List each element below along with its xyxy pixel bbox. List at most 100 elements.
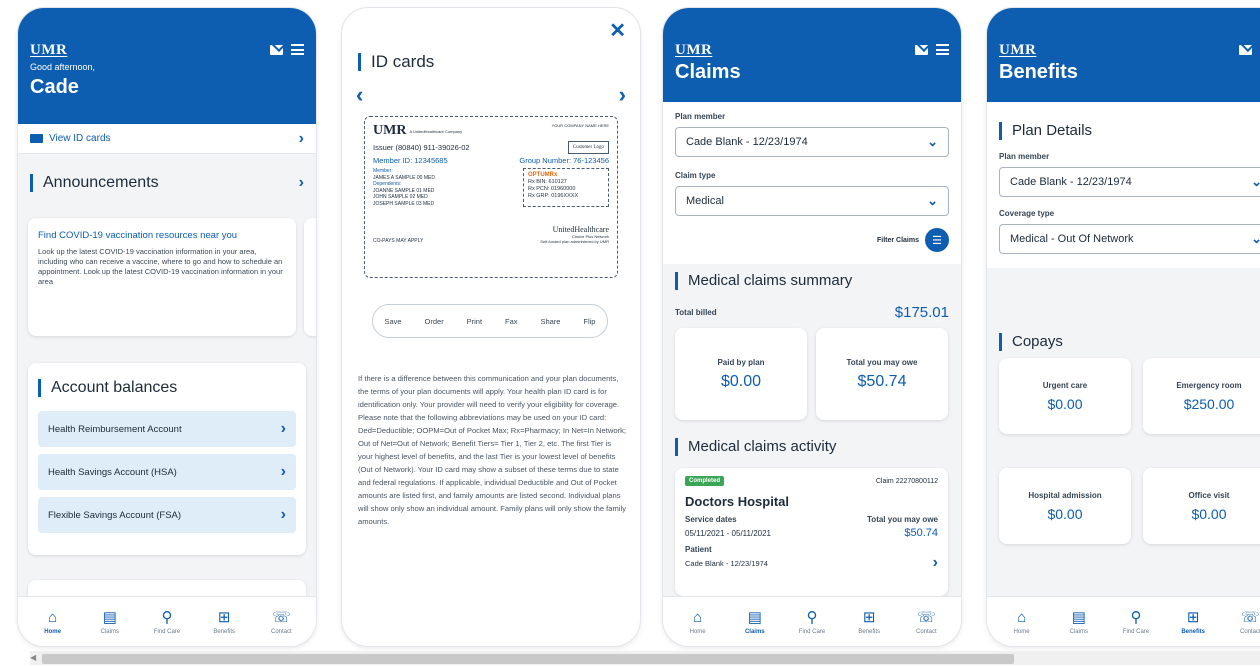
claims-header: UMR Claims (663, 8, 961, 102)
plan-member-label: Plan member (999, 152, 1050, 161)
paid-by-plan-card: Paid by plan $0.00 (675, 328, 807, 420)
insurance-id-card: UMR A UnitedHealthcare Company YOUR COMP… (364, 116, 618, 278)
benefits-screen: UMR Benefits Plan Details Plan member Ca… (987, 8, 1260, 646)
claim-number: Claim 22270800112 (875, 477, 938, 485)
service-dates-value: 05/11/2021 - 05/11/2021 (685, 528, 771, 538)
tab-contact[interactable]: ☏ Contact (255, 609, 307, 635)
view-id-cards-row[interactable]: View ID cards › (18, 124, 316, 154)
account-row-fsa[interactable]: Flexible Savings Account (FSA) › (38, 497, 296, 533)
card-company-name: YOUR COMPANY NAME HERE (551, 123, 609, 128)
print-button[interactable]: Print (467, 317, 482, 326)
home-header: UMR Good afternoon, Cade (18, 8, 316, 124)
tab-home[interactable]: ⌂ Home (996, 609, 1048, 635)
coverage-type-value: Medical - Out Of Network (1010, 233, 1134, 245)
account-label: Flexible Savings Account (FSA) (48, 509, 182, 521)
benefits-icon: ⊞ (1186, 608, 1200, 626)
card-copays: CO-PAYS MAY APPLY (373, 238, 424, 244)
filter-icon: ☰ (925, 228, 949, 252)
order-button[interactable]: Order (425, 317, 444, 326)
you-may-owe-card: Total you may owe $50.74 (816, 328, 948, 420)
tab-find-care[interactable]: ⚲ Find Care (1110, 609, 1162, 635)
plan-details-section: Plan Details Plan member Cade Blank - 12… (987, 102, 1260, 268)
tab-benefits[interactable]: ⊞ Benefits (1167, 609, 1219, 635)
copay-card-emergency-room: Emergency room $250.00 (1143, 358, 1260, 434)
tab-find-care[interactable]: ⚲ Find Care (786, 609, 838, 635)
patient-label: Patient (685, 545, 712, 554)
announcement-card[interactable]: Find COVID-19 vaccination resources near… (28, 218, 296, 336)
umr-logo: UMR (30, 42, 68, 58)
account-row-hra[interactable]: Health Reimbursement Account › (38, 411, 296, 447)
chevron-down-icon: ⌄ (1251, 174, 1260, 189)
tab-home[interactable]: ⌂ Home (672, 609, 724, 635)
share-button[interactable]: Share (540, 317, 560, 326)
menu-icon[interactable] (936, 44, 949, 55)
claims-icon: ▤ (747, 608, 762, 626)
prev-card-icon[interactable]: ‹ (356, 82, 363, 108)
tab-benefits[interactable]: ⊞ Benefits (843, 609, 895, 635)
flip-button[interactable]: Flip (583, 317, 595, 326)
benefits-header: UMR Benefits (987, 8, 1260, 102)
contact-icon: ☏ (916, 608, 936, 626)
claim-card[interactable]: Completed Claim 22270800112 Doctors Hosp… (675, 468, 948, 596)
claims-title: Claims (675, 61, 741, 83)
account-label: Health Reimbursement Account (48, 423, 182, 435)
total-billed-row: Total billed $175.01 (675, 304, 949, 321)
search-icon: ⚲ (806, 608, 818, 626)
horizontal-scrollbar[interactable]: ◀ (30, 651, 1260, 665)
greeting: Good afternoon, (30, 62, 96, 72)
claims-screen: UMR Claims Plan member Cade Blank - 12/2… (663, 8, 961, 646)
chevron-right-icon: › (932, 554, 938, 571)
view-id-cards-label: View ID cards (49, 133, 111, 144)
tab-home[interactable]: ⌂ Home (27, 609, 79, 635)
tab-claims[interactable]: ▤ Claims (729, 609, 781, 635)
tab-find-care[interactable]: ⚲ Find Care (141, 609, 193, 635)
announcement-title: Find COVID-19 vaccination resources near… (38, 230, 238, 241)
mail-icon[interactable] (270, 44, 283, 55)
filter-claims-button[interactable]: Filter Claims ☰ (675, 228, 949, 252)
save-button[interactable]: Save (384, 317, 401, 326)
tab-benefits[interactable]: ⊞ Benefits (198, 609, 250, 635)
search-icon: ⚲ (161, 608, 173, 626)
tab-contact[interactable]: ☏ Contact (900, 609, 952, 635)
plan-member-select[interactable]: Cade Blank - 12/23/1974 ⌄ (675, 127, 949, 157)
claim-type-label: Claim type (675, 171, 716, 180)
coverage-type-select[interactable]: Medical - Out Of Network ⌄ (999, 224, 1260, 254)
card-customer-logo: Customer Logo (567, 141, 609, 154)
id-cards-screen: ✕ ID cards ‹ › UMR A UnitedHealthcare Co… (342, 8, 640, 646)
close-icon[interactable]: ✕ (609, 18, 626, 43)
scrollbar-thumb[interactable] (42, 654, 1014, 664)
mail-icon[interactable] (1239, 44, 1252, 55)
menu-icon[interactable] (291, 44, 304, 55)
claim-status-badge: Completed (685, 476, 725, 486)
claims-icon: ▤ (102, 608, 117, 626)
paid-by-plan-label: Paid by plan (717, 357, 765, 367)
account-balances-title: Account balances (38, 379, 296, 397)
tab-contact[interactable]: ☏ Contact (1224, 609, 1260, 635)
card-group-number: Group Number: 76-123456 (519, 156, 609, 165)
id-card-disclaimer: If there is a difference between this co… (358, 374, 627, 526)
total-billed-value: $175.01 (894, 304, 949, 321)
chevron-right-icon: › (280, 420, 286, 437)
you-may-owe-label: Total you may owe (846, 357, 918, 367)
card-issuer: Issuer (80840) 911-39026-02 (373, 143, 470, 152)
tab-bar: ⌂ Home ▤ Claims ⚲ Find Care ⊞ Benefits ☏ Cont… (987, 596, 1260, 646)
claim-type-select[interactable]: Medical ⌄ (675, 186, 949, 216)
benefits-title: Benefits (999, 61, 1078, 83)
tab-bar: ⌂ Home ▤ Claims ⚲ Find Care ⊞ Benefits ☏ Cont… (18, 596, 316, 646)
announcement-body: Look up the latest COVID-19 vaccination … (38, 247, 283, 286)
tab-claims[interactable]: ▤ Claims (1053, 609, 1105, 635)
next-card-icon[interactable]: › (619, 82, 626, 108)
paid-by-plan-value: $0.00 (720, 372, 762, 390)
chevron-right-icon: › (280, 463, 286, 480)
claims-activity-title: Medical claims activity (675, 438, 836, 456)
plan-member-select[interactable]: Cade Blank - 12/23/1974 ⌄ (999, 167, 1260, 197)
account-row-hsa[interactable]: Health Savings Account (HSA) › (38, 454, 296, 490)
fax-button[interactable]: Fax (505, 317, 518, 326)
mail-icon[interactable] (915, 44, 928, 55)
tab-claims[interactable]: ▤ Claims (84, 609, 136, 635)
copay-value: $0.00 (1191, 505, 1227, 522)
copay-value: $0.00 (1047, 505, 1083, 522)
scroll-left-icon[interactable]: ◀ (30, 653, 36, 662)
announcement-card-next[interactable] (304, 218, 316, 336)
announcements-header[interactable]: Announcements › (18, 154, 316, 192)
